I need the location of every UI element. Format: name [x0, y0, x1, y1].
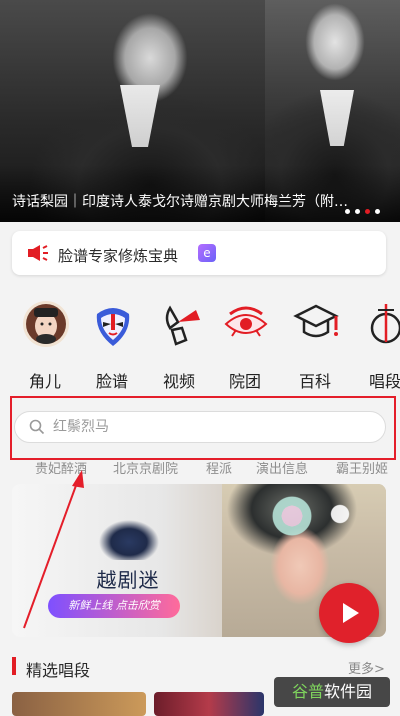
- promo-title: 越剧迷: [96, 568, 160, 592]
- aria-thumbnail[interactable]: [154, 692, 264, 716]
- speaker-icon: [28, 245, 48, 261]
- opera-character-avatar-icon: [23, 301, 69, 347]
- hero-banner[interactable]: 诗话梨园｜印度诗人泰戈尔诗赠京剧大师梅兰芳（附…: [0, 0, 400, 222]
- carousel-dot-active[interactable]: [365, 209, 370, 214]
- opera-mask-icon: [96, 308, 130, 346]
- category-characters[interactable]: 角儿: [12, 300, 72, 398]
- section-marker: [12, 657, 16, 675]
- search-bar[interactable]: [14, 411, 386, 443]
- mortarboard-icon: [293, 304, 339, 338]
- tips-card[interactable]: 脸谱专家修炼宝典 e: [12, 231, 386, 275]
- lute-icon: [370, 304, 400, 344]
- carousel-dot[interactable]: [345, 209, 350, 214]
- promo-ornament: [256, 496, 376, 536]
- category-masks[interactable]: 脸谱: [79, 300, 139, 398]
- hot-keyword[interactable]: 贵妃醉酒: [35, 458, 87, 474]
- carousel-dot[interactable]: [355, 209, 360, 214]
- category-label: 视频: [162, 372, 195, 391]
- play-button[interactable]: [319, 583, 379, 643]
- tips-text: 脸谱专家修炼宝典: [58, 247, 179, 265]
- fan-video-icon: [165, 305, 200, 346]
- app-badge-icon: e: [198, 244, 216, 262]
- carousel-dot[interactable]: [375, 209, 380, 214]
- search-input[interactable]: [53, 418, 353, 436]
- category-encyclopedia[interactable]: 百科: [282, 300, 342, 398]
- hot-keywords-row: 贵妃醉酒 北京京剧院 程派 演出信息 霸王别姬: [0, 458, 400, 474]
- section-title: 精选唱段: [26, 661, 91, 680]
- hot-keyword[interactable]: 程派: [206, 458, 232, 474]
- category-label: 院团: [228, 372, 261, 391]
- hot-keyword[interactable]: 北京京剧院: [113, 458, 178, 474]
- category-troupes[interactable]: 院团: [212, 300, 272, 398]
- category-label: 唱段: [368, 372, 400, 391]
- category-videos[interactable]: 视频: [146, 300, 206, 398]
- search-icon: [29, 419, 45, 435]
- category-label: 脸谱: [95, 372, 128, 391]
- eye-troupe-icon: [224, 306, 268, 337]
- hot-keyword[interactable]: 演出信息: [256, 458, 308, 474]
- watermark: 谷普软件园: [274, 677, 390, 707]
- carousel-dots: [345, 209, 380, 215]
- more-link[interactable]: 更多>: [348, 658, 385, 677]
- banner-caption: 诗话梨园｜印度诗人泰戈尔诗赠京剧大师梅兰芳（附…: [12, 194, 348, 210]
- aria-thumbnail[interactable]: [12, 692, 146, 716]
- category-arias[interactable]: 唱段: [352, 300, 400, 398]
- category-label: 角儿: [28, 372, 61, 391]
- category-label: 百科: [298, 372, 331, 391]
- promo-tagline: 新鲜上线 点击欣赏: [48, 594, 180, 618]
- crown-icon: [94, 516, 164, 560]
- hot-keyword[interactable]: 霸王别姬: [336, 458, 388, 474]
